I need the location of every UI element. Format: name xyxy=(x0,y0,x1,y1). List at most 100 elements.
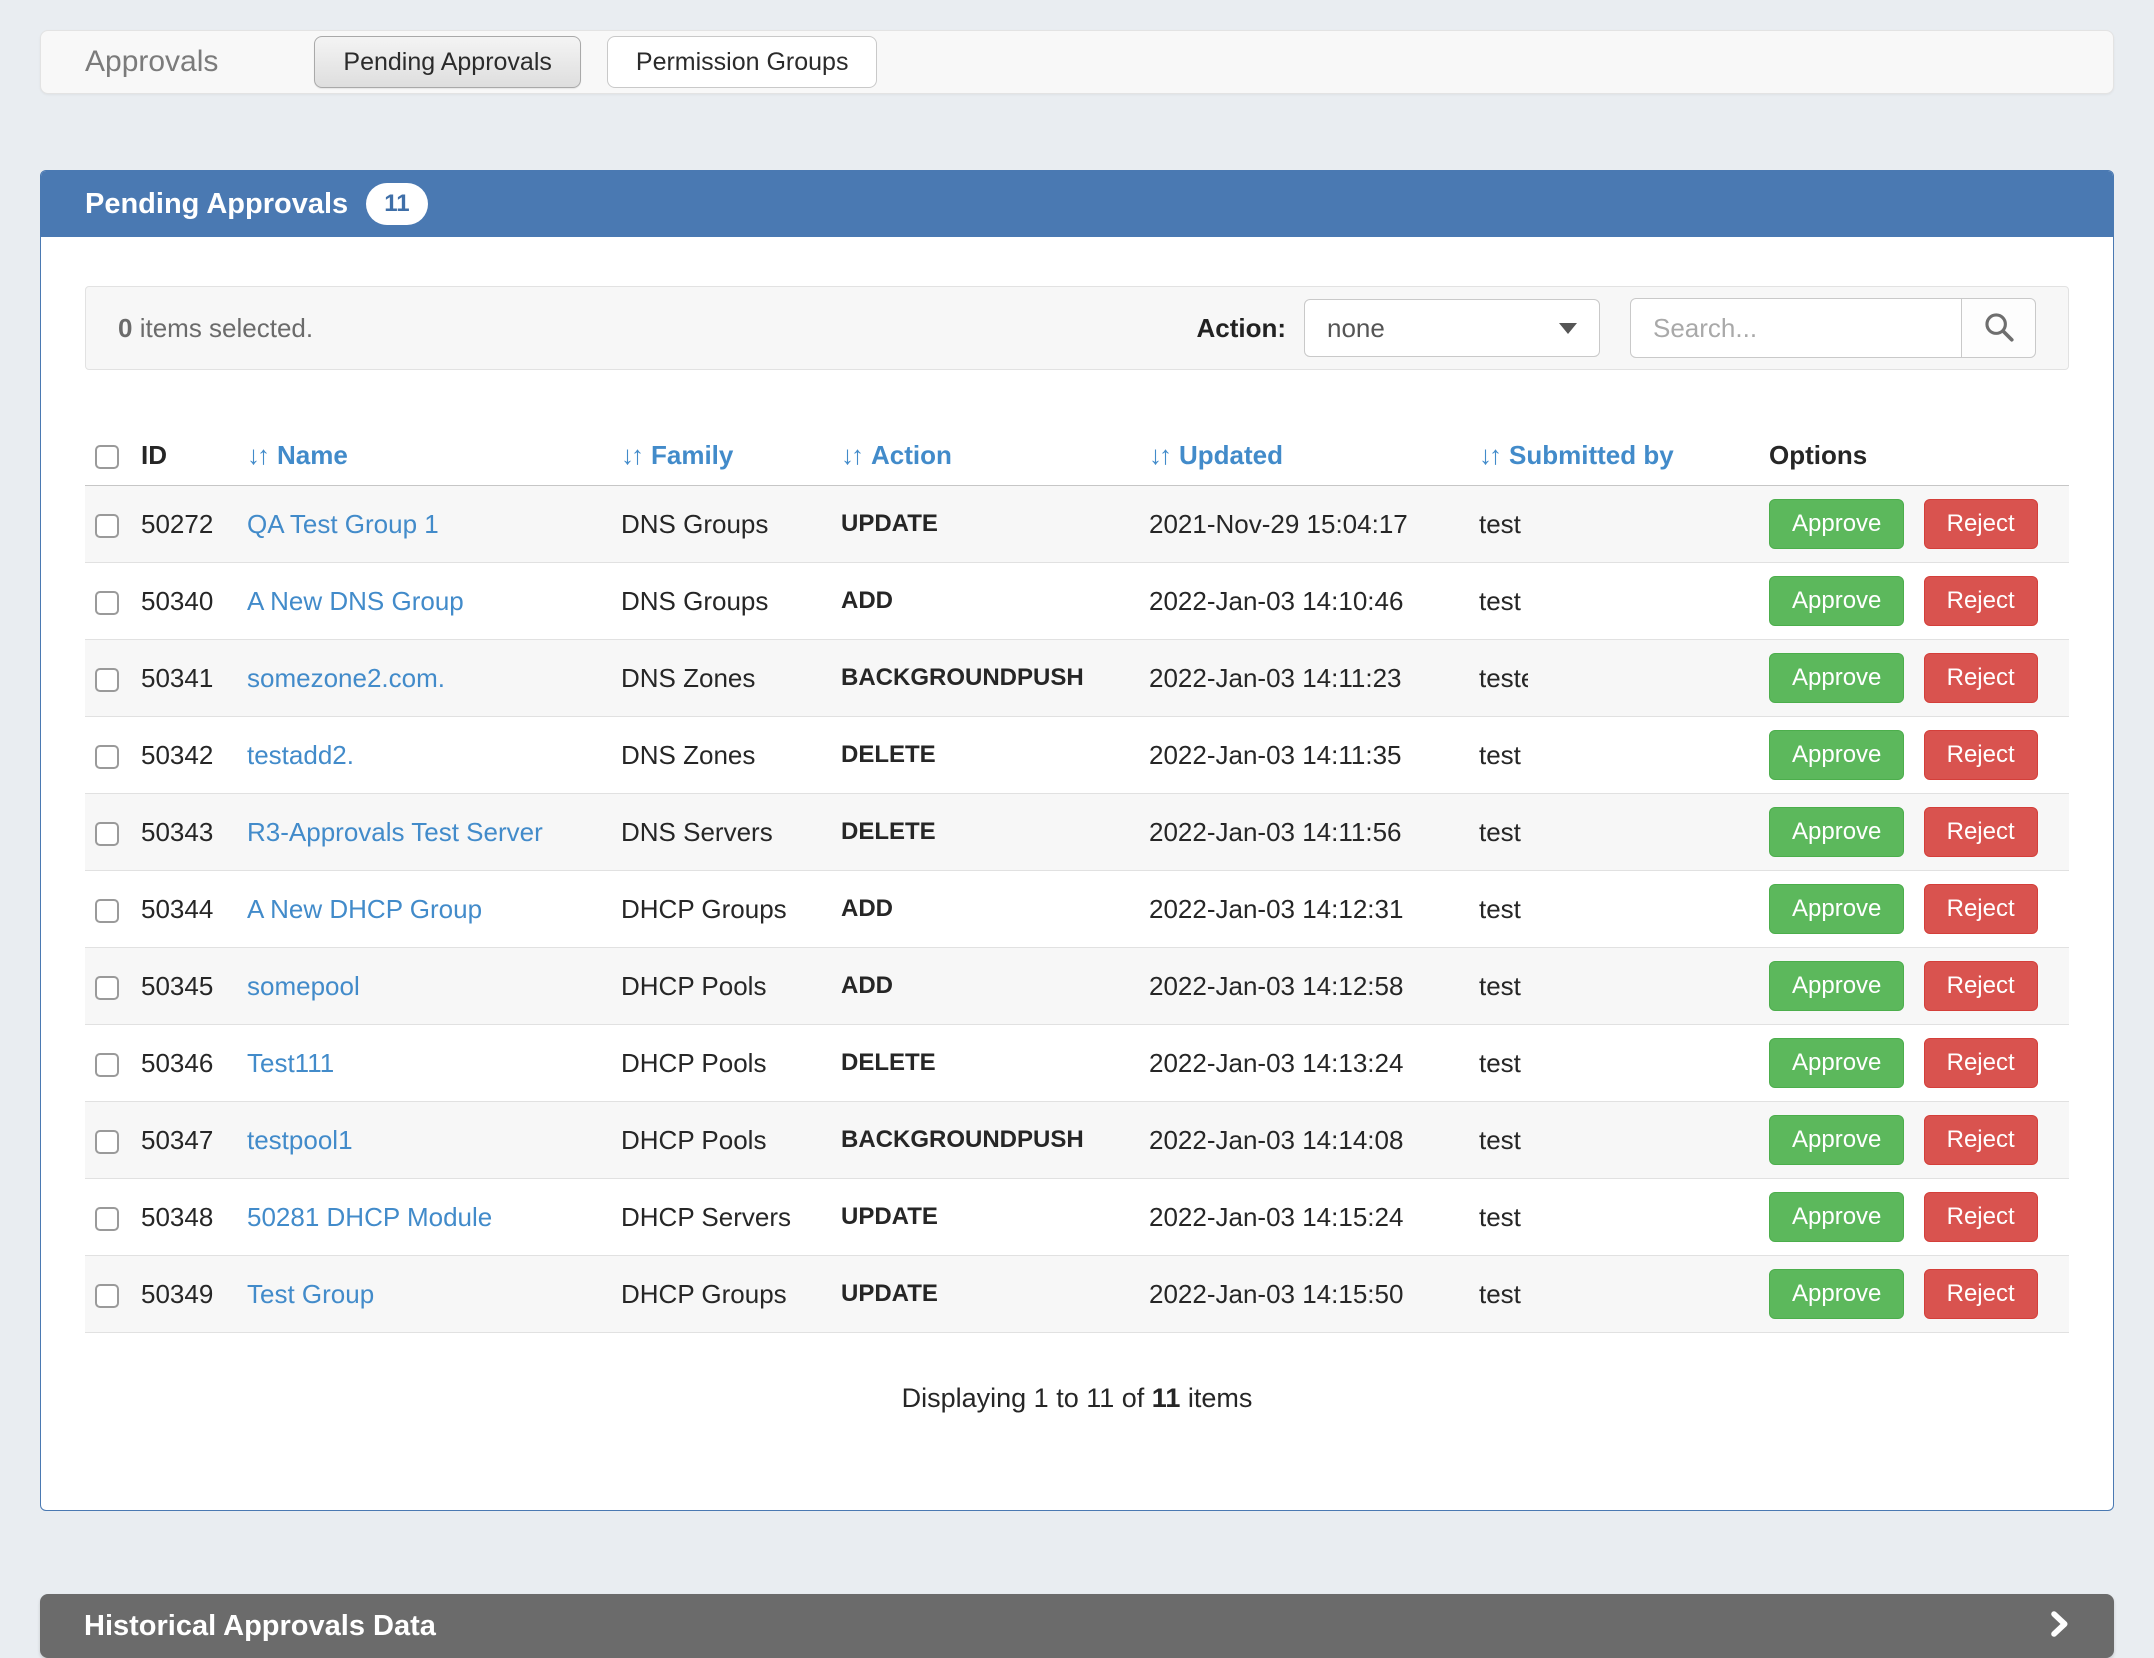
column-header-family[interactable]: ↓↑Family xyxy=(621,428,841,486)
tab-pending-approvals[interactable]: Pending Approvals xyxy=(314,36,580,88)
row-options-cell: Approve Reject xyxy=(1769,1179,2069,1256)
row-checkbox[interactable] xyxy=(95,976,119,1000)
row-name-link[interactable]: somepool xyxy=(247,971,360,1001)
reject-button[interactable]: Reject xyxy=(1924,884,2038,934)
approve-button[interactable]: Approve xyxy=(1769,730,1904,780)
row-options-cell: Approve Reject xyxy=(1769,871,2069,948)
row-name-link[interactable]: Test Group xyxy=(247,1279,374,1309)
search-input[interactable] xyxy=(1630,298,1962,358)
search-button[interactable] xyxy=(1962,298,2036,358)
approve-button[interactable]: Approve xyxy=(1769,1038,1904,1088)
row-checkbox[interactable] xyxy=(95,822,119,846)
row-id: 50344 xyxy=(141,871,247,948)
approve-button[interactable]: Approve xyxy=(1769,884,1904,934)
reject-button[interactable]: Reject xyxy=(1924,499,2038,549)
approve-button[interactable]: Approve xyxy=(1769,499,1904,549)
row-name-link[interactable]: 50281 DHCP Module xyxy=(247,1202,492,1232)
row-checkbox[interactable] xyxy=(95,1130,119,1154)
selected-count: 0 xyxy=(118,313,132,343)
row-checkbox-cell xyxy=(85,794,141,871)
row-id: 50346 xyxy=(141,1025,247,1102)
row-name-link[interactable]: Test111 xyxy=(247,1048,334,1078)
pagination-suffix: items xyxy=(1188,1383,1253,1413)
row-checkbox-cell xyxy=(85,1256,141,1333)
row-id: 50348 xyxy=(141,1179,247,1256)
row-updated: 2022-Jan-03 14:13:24 xyxy=(1149,1025,1479,1102)
row-options-cell: Approve Reject xyxy=(1769,794,2069,871)
page-title: Approvals xyxy=(85,45,218,79)
action-select[interactable]: none xyxy=(1304,299,1600,357)
row-id: 50342 xyxy=(141,717,247,794)
row-updated: 2022-Jan-03 14:10:46 xyxy=(1149,563,1479,640)
row-action: DELETE xyxy=(841,717,1149,794)
tab-permission-groups[interactable]: Permission Groups xyxy=(607,36,878,88)
row-family: DHCP Pools xyxy=(621,1025,841,1102)
row-id: 50349 xyxy=(141,1256,247,1333)
row-checkbox[interactable] xyxy=(95,899,119,923)
page: Approvals Pending Approvals Permission G… xyxy=(0,0,2154,1658)
column-header-submitted-by[interactable]: ↓↑Submitted by xyxy=(1479,428,1769,486)
reject-button[interactable]: Reject xyxy=(1924,730,2038,780)
row-checkbox[interactable] xyxy=(95,745,119,769)
row-name-link[interactable]: A New DNS Group xyxy=(247,586,464,616)
table-row: 50341 somezone2.com. DNS Zones BACKGROUN… xyxy=(85,640,2069,717)
row-name-link[interactable]: A New DHCP Group xyxy=(247,894,482,924)
reject-button[interactable]: Reject xyxy=(1924,1038,2038,1088)
reject-button[interactable]: Reject xyxy=(1924,1115,2038,1165)
row-checkbox[interactable] xyxy=(95,1207,119,1231)
row-name-link[interactable]: testpool1 xyxy=(247,1125,353,1155)
column-header-updated[interactable]: ↓↑Updated xyxy=(1149,428,1479,486)
row-submitted-cell: test xyxy=(1479,717,1769,794)
approve-button[interactable]: Approve xyxy=(1769,807,1904,857)
row-options-cell: Approve Reject xyxy=(1769,486,2069,563)
row-name-link[interactable]: testadd2. xyxy=(247,740,354,770)
row-checkbox[interactable] xyxy=(95,1284,119,1308)
row-submitted-cell: test xyxy=(1479,563,1769,640)
approve-button[interactable]: Approve xyxy=(1769,576,1904,626)
table-row: 50345 somepool DHCP Pools ADD 2022-Jan-0… xyxy=(85,948,2069,1025)
row-options-cell: Approve Reject xyxy=(1769,717,2069,794)
approve-button[interactable]: Approve xyxy=(1769,1115,1904,1165)
reject-button[interactable]: Reject xyxy=(1924,961,2038,1011)
table-row: 50344 A New DHCP Group DHCP Groups ADD 2… xyxy=(85,871,2069,948)
caret-down-icon xyxy=(1559,323,1577,334)
reject-button[interactable]: Reject xyxy=(1924,576,2038,626)
row-submitted-by: test xyxy=(1479,817,1521,847)
select-all-checkbox[interactable] xyxy=(95,445,119,469)
column-header-action[interactable]: ↓↑Action xyxy=(841,428,1149,486)
row-action: BACKGROUNDPUSH xyxy=(841,640,1149,717)
reject-button[interactable]: Reject xyxy=(1924,1269,2038,1319)
row-action: ADD xyxy=(841,948,1149,1025)
row-name-link[interactable]: R3-Approvals Test Server xyxy=(247,817,543,847)
row-options-cell: Approve Reject xyxy=(1769,1256,2069,1333)
row-action: UPDATE xyxy=(841,1179,1149,1256)
select-all-cell xyxy=(85,428,141,486)
reject-button[interactable]: Reject xyxy=(1924,807,2038,857)
row-checkbox-cell xyxy=(85,717,141,794)
row-name-link[interactable]: QA Test Group 1 xyxy=(247,509,439,539)
approve-button[interactable]: Approve xyxy=(1769,653,1904,703)
reject-button[interactable]: Reject xyxy=(1924,1192,2038,1242)
row-submitted-cell: test xyxy=(1479,1025,1769,1102)
reject-button[interactable]: Reject xyxy=(1924,653,2038,703)
row-id: 50272 xyxy=(141,486,247,563)
row-updated: 2022-Jan-03 14:11:56 xyxy=(1149,794,1479,871)
panel-body: 0 items selected. Action: none xyxy=(41,237,2113,1510)
row-checkbox[interactable] xyxy=(95,668,119,692)
row-id: 50347 xyxy=(141,1102,247,1179)
approve-button[interactable]: Approve xyxy=(1769,961,1904,1011)
row-name-link[interactable]: somezone2.com. xyxy=(247,663,445,693)
row-checkbox[interactable] xyxy=(95,514,119,538)
column-header-name[interactable]: ↓↑Name xyxy=(247,428,621,486)
row-checkbox[interactable] xyxy=(95,591,119,615)
row-checkbox[interactable] xyxy=(95,1053,119,1077)
approve-button[interactable]: Approve xyxy=(1769,1192,1904,1242)
row-checkbox-cell xyxy=(85,640,141,717)
approvals-table: ID ↓↑Name ↓↑Family ↓↑Action ↓↑Updated ↓↑… xyxy=(85,428,2069,1333)
row-action: ADD xyxy=(841,871,1149,948)
historical-approvals-bar[interactable]: Historical Approvals Data xyxy=(40,1594,2114,1658)
row-submitted-by: test xyxy=(1479,509,1521,539)
row-updated: 2021-Nov-29 15:04:17 xyxy=(1149,486,1479,563)
approve-button[interactable]: Approve xyxy=(1769,1269,1904,1319)
action-select-value: none xyxy=(1327,313,1385,344)
